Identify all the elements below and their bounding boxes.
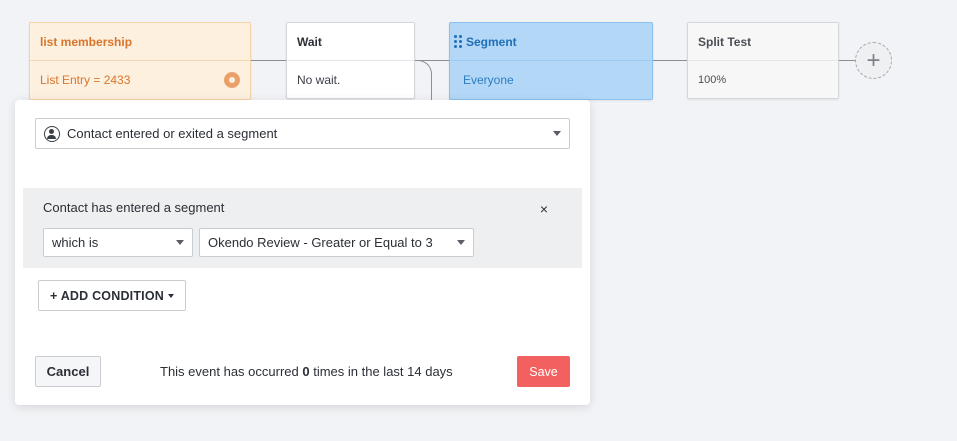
plus-icon: + xyxy=(866,46,881,74)
split-test-node[interactable]: Split Test 100% xyxy=(687,22,839,99)
gear-icon[interactable] xyxy=(224,72,240,88)
caret-down-icon xyxy=(168,293,174,298)
segment-node-title: Segment xyxy=(466,34,517,49)
condition-operator-value: which is xyxy=(52,235,99,250)
chevron-down-icon xyxy=(176,240,184,245)
event-type-select[interactable]: Contact entered or exited a segment xyxy=(35,118,570,149)
add-condition-button[interactable]: + ADD CONDITION xyxy=(38,280,186,311)
chevron-down-icon xyxy=(457,240,465,245)
connector-line xyxy=(652,60,688,61)
add-step-button[interactable]: + xyxy=(855,42,892,79)
split-test-node-detail: 100% xyxy=(698,74,727,86)
remove-condition-button[interactable]: × xyxy=(537,201,551,217)
occurrence-prefix: This event has occurred xyxy=(160,364,299,379)
occurrence-suffix: times in the last 14 days xyxy=(313,364,453,379)
branch-connector xyxy=(414,60,432,105)
segment-select[interactable]: Okendo Review - Greater or Equal to 3 xyxy=(199,228,474,257)
condition-block: Contact has entered a segment × which is… xyxy=(23,188,582,268)
trigger-editor-panel: Contact entered or exited a segment Cont… xyxy=(15,100,590,405)
occurrence-summary: This event has occurred 0 times in the l… xyxy=(160,364,453,379)
event-type-value: Contact entered or exited a segment xyxy=(67,126,278,141)
connector-line xyxy=(838,60,855,61)
condition-operator-select[interactable]: which is xyxy=(43,228,193,257)
split-test-node-title: Split Test xyxy=(688,23,838,61)
cancel-button[interactable]: Cancel xyxy=(35,356,101,387)
condition-title: Contact has entered a segment xyxy=(43,200,225,215)
add-condition-label: + ADD CONDITION xyxy=(50,288,164,303)
wait-node-title: Wait xyxy=(287,23,414,61)
segment-node-detail: Everyone xyxy=(463,73,514,87)
occurrence-count: 0 xyxy=(302,364,310,379)
trigger-node[interactable]: list membership List Entry = 2433 xyxy=(29,22,251,100)
chevron-down-icon xyxy=(553,131,561,136)
save-button[interactable]: Save xyxy=(517,356,570,387)
segment-node[interactable]: Segment Everyone xyxy=(449,22,653,100)
contact-icon xyxy=(44,125,60,142)
drag-handle-icon[interactable] xyxy=(454,35,462,48)
trigger-node-detail: List Entry = 2433 xyxy=(40,73,131,87)
connector-line xyxy=(250,60,286,61)
segment-select-value: Okendo Review - Greater or Equal to 3 xyxy=(208,235,433,250)
wait-node-detail: No wait. xyxy=(297,73,341,87)
wait-node[interactable]: Wait No wait. xyxy=(286,22,415,99)
trigger-node-title: list membership xyxy=(30,23,250,61)
